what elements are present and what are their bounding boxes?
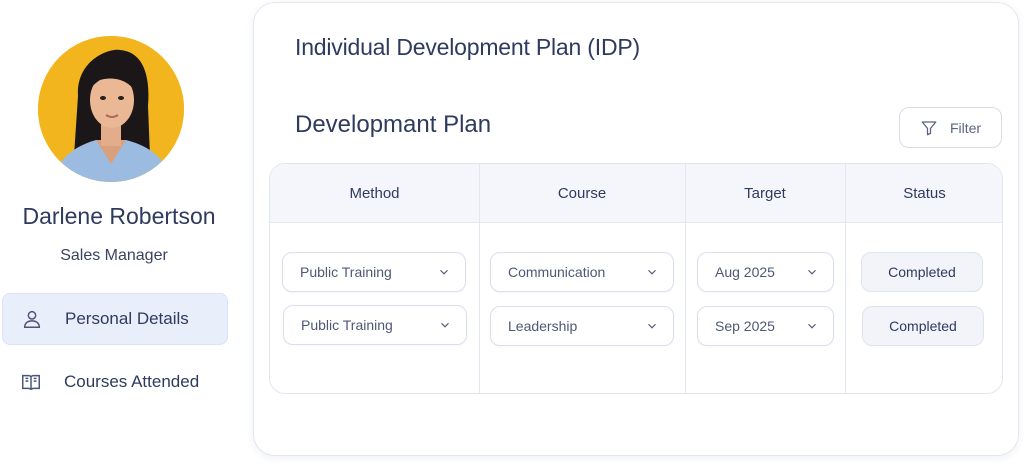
target-value: Aug 2025	[715, 264, 775, 280]
method-value: Public Training	[301, 317, 393, 333]
course-value: Leadership	[508, 318, 578, 334]
filter-icon	[921, 120, 937, 135]
target-select[interactable]: Aug 2025	[697, 252, 834, 292]
development-plan-table: Method Course Target Status Public Train…	[269, 163, 1003, 394]
course-select[interactable]: Leadership	[490, 306, 674, 346]
column-header-status[interactable]: Status	[845, 164, 1002, 223]
page-title: Individual Development Plan (IDP)	[295, 34, 640, 60]
chevron-down-icon	[808, 269, 816, 275]
method-select[interactable]: Public Training	[282, 252, 466, 292]
column-header-method[interactable]: Method	[270, 164, 479, 223]
nav-item-label: Courses Attended	[64, 372, 200, 391]
avatar	[38, 36, 184, 182]
chevron-down-icon	[440, 269, 448, 275]
idp-card: Individual Development Plan (IDP) Develo…	[253, 2, 1019, 456]
status-badge: Completed	[862, 306, 984, 346]
column-header-target[interactable]: Target	[685, 164, 845, 223]
book-icon	[18, 369, 44, 395]
nav-item-courses-attended[interactable]: Courses Attended	[2, 356, 228, 408]
filter-label: Filter	[949, 119, 982, 136]
profile-role: Sales Manager	[60, 247, 168, 264]
method-value: Public Training	[300, 264, 392, 280]
column-header-course[interactable]: Course	[479, 164, 685, 223]
course-select[interactable]: Communication	[490, 252, 674, 292]
status-badge: Completed	[861, 252, 983, 292]
chevron-down-icon	[808, 323, 816, 329]
chevron-down-icon	[648, 269, 656, 275]
app-root: Darlene Robertson Sales Manager Personal…	[0, 0, 1024, 466]
filter-button[interactable]: Filter	[899, 107, 1002, 148]
target-select[interactable]: Sep 2025	[697, 306, 834, 346]
target-value: Sep 2025	[715, 318, 775, 334]
user-icon	[19, 306, 45, 332]
nav-item-personal-details[interactable]: Personal Details	[2, 293, 228, 345]
method-select[interactable]: Public Training	[283, 305, 467, 345]
chevron-down-icon	[648, 323, 656, 329]
profile-photo	[38, 36, 184, 182]
section-title: Developmant Plan	[295, 111, 492, 138]
nav-item-label: Personal Details	[65, 309, 189, 328]
course-value: Communication	[508, 264, 606, 280]
profile-name: Darlene Robertson	[22, 203, 216, 229]
chevron-down-icon	[441, 322, 449, 328]
